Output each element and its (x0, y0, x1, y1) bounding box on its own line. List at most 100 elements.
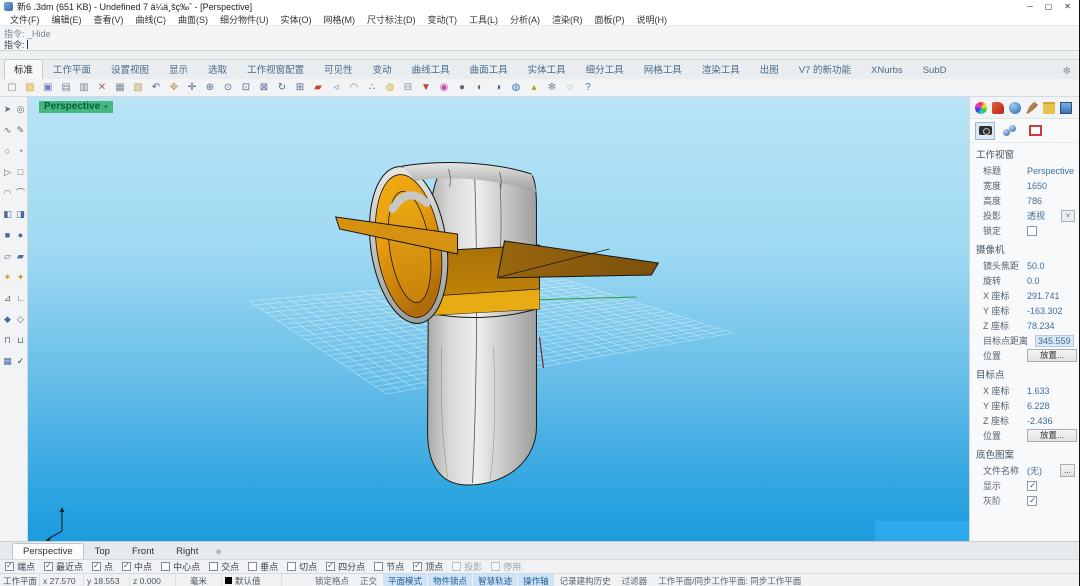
camera-z-value[interactable]: 78.234 (1027, 321, 1055, 331)
viewport-height-value[interactable]: 786 (1027, 196, 1042, 206)
place-camera-button[interactable]: 放置... (1027, 349, 1077, 362)
ribbon-tab[interactable]: SubD (913, 62, 957, 79)
osnap-checkbox[interactable] (209, 562, 218, 571)
open-file[interactable]: ▨ (22, 80, 38, 95)
locked-checkbox[interactable] (1027, 226, 1037, 236)
copy[interactable]: ▦ (112, 80, 128, 95)
camera-x-value[interactable]: 291.741 (1027, 291, 1060, 301)
osnap-checkbox[interactable] (452, 562, 461, 571)
properties-icon[interactable] (975, 102, 987, 114)
osnap-item[interactable]: 顶点 (413, 560, 443, 573)
osnap-checkbox[interactable] (92, 562, 101, 571)
diamond-tool[interactable]: ◇ (14, 309, 27, 330)
target-y-value[interactable]: 6.228 (1027, 401, 1050, 411)
surface-tool[interactable]: ◧ (1, 204, 14, 225)
osnap-item[interactable]: 中点 (122, 560, 152, 573)
join-tool[interactable]: ⊔ (14, 330, 27, 351)
polyline-tool[interactable]: ✎ (14, 120, 27, 141)
ribbon-tab[interactable]: XNurbs (861, 62, 913, 79)
decal-page-tab[interactable] (1025, 122, 1045, 140)
help[interactable]: ? (580, 80, 596, 95)
status-toggle[interactable]: 物件锁点 (428, 574, 472, 586)
target-z-value[interactable]: -2.436 (1027, 416, 1053, 426)
viewport-tab[interactable]: Perspective (12, 543, 84, 559)
ribbon-tab[interactable]: 变动 (363, 59, 402, 79)
rendering-icon[interactable] (1060, 102, 1072, 114)
osnap-item[interactable]: 端点 (5, 560, 35, 573)
display-icon[interactable] (1009, 102, 1021, 114)
rotation-value[interactable]: 0.0 (1027, 276, 1040, 286)
angle-tool[interactable]: ∟ (14, 288, 27, 309)
print[interactable]: ▤ (58, 80, 74, 95)
curve-tool[interactable]: ∿ (1, 120, 14, 141)
circle-tool[interactable]: ○ (1, 141, 14, 162)
ribbon-tab[interactable]: 工作平面 (43, 59, 101, 79)
osnap-item[interactable]: 交点 (209, 560, 239, 573)
ribbon-tab[interactable]: 曲面工具 (460, 59, 518, 79)
wallpaper-show-checkbox[interactable] (1027, 481, 1037, 491)
save[interactable]: ▣ (40, 80, 56, 95)
ribbon-tab[interactable]: 工作视窗配置 (237, 59, 314, 79)
color-wheel[interactable]: ◉ (436, 80, 452, 95)
wallpaper-filename-value[interactable]: (无) (1027, 464, 1042, 477)
maximize-button[interactable]: ▢ (1045, 2, 1053, 11)
browse-file-button[interactable]: ... (1060, 464, 1075, 477)
projection-dropdown[interactable]: ˅ (1061, 210, 1075, 222)
lasso-tool[interactable]: ◎ (14, 99, 27, 120)
plane-tool[interactable]: ▱ (1, 246, 14, 267)
new-file[interactable]: ▢ (4, 80, 20, 95)
viewport-tab[interactable]: Top (84, 543, 121, 559)
ribbon-tab[interactable]: 选取 (198, 59, 237, 79)
target-distance-input[interactable]: 345.559 (1035, 335, 1074, 347)
earth[interactable]: ◍ (508, 80, 524, 95)
place-target-button[interactable]: 放置... (1027, 429, 1077, 442)
arc-tool[interactable]: ◠ (1, 183, 14, 204)
menu-item[interactable]: 说明(H) (631, 13, 674, 26)
osnap-item[interactable]: 最近点 (44, 560, 83, 573)
menu-item[interactable]: 查看(V) (88, 13, 130, 26)
settings-gear[interactable]: ✻ (544, 80, 560, 95)
ribbon-tab[interactable]: 显示 (159, 59, 198, 79)
lock[interactable]: ⊟ (400, 80, 416, 95)
trim-tool[interactable]: ⊓ (1, 330, 14, 351)
menu-item[interactable]: 变动(T) (422, 13, 464, 26)
four-viewports[interactable]: ⊞ (292, 80, 308, 95)
osnap-checkbox[interactable] (122, 562, 131, 571)
status-toggle[interactable]: 记录建构历史 (555, 574, 616, 586)
curve-edit-tool[interactable]: ⌒ (14, 183, 27, 204)
viewport-title-value[interactable]: Perspective (1027, 166, 1074, 176)
menu-item[interactable]: 工具(L) (463, 13, 504, 26)
ribbon-tab[interactable]: 曲线工具 (402, 59, 460, 79)
zoom-extents[interactable]: ⊠ (256, 80, 272, 95)
ellipse-tool[interactable]: ◔ (14, 141, 27, 162)
ribbon-tab[interactable]: 可见性 (314, 59, 363, 79)
ribbon-tab[interactable]: V7 的新功能 (789, 59, 861, 79)
menu-item[interactable]: 曲面(S) (172, 13, 214, 26)
status-toggle[interactable]: 智慧轨迹 (473, 574, 517, 586)
status-toggle[interactable]: 平面模式 (383, 574, 427, 586)
menu-item[interactable]: 文件(F) (4, 13, 46, 26)
menu-item[interactable]: 编辑(E) (46, 13, 88, 26)
ribbon-tab[interactable]: 标准 (4, 59, 43, 79)
camera-page-tab[interactable] (975, 122, 995, 140)
zoom[interactable]: ⊕ (202, 80, 218, 95)
osnap-item[interactable]: 四分点 (326, 560, 365, 573)
status-toggle[interactable]: 正交 (355, 574, 382, 586)
menu-item[interactable]: 实体(O) (275, 13, 318, 26)
lamp[interactable]: ◍ (382, 80, 398, 95)
sync-web[interactable]: ◌ (562, 80, 578, 95)
ghosted-mode[interactable]: ◐ (472, 80, 488, 95)
sphere-tool[interactable]: ● (14, 225, 27, 246)
select-tool[interactable]: ➤ (1, 99, 14, 120)
osnap-item[interactable]: 中心点 (161, 560, 200, 573)
ribbon-tab[interactable]: 出图 (750, 59, 789, 79)
zoom-selected[interactable]: ⊡ (238, 80, 254, 95)
fillet-tool[interactable]: ✦ (14, 267, 27, 288)
close-button[interactable]: ✕ (1064, 2, 1071, 11)
ribbon-options-icon[interactable]: ✻ (1063, 66, 1075, 79)
undo[interactable]: ↶ (148, 80, 164, 95)
layer-field[interactable]: 默认值 (222, 574, 282, 586)
osnap-checkbox[interactable] (413, 562, 422, 571)
cut[interactable]: ✕ (94, 80, 110, 95)
menu-item[interactable]: 细分物件(U) (214, 13, 275, 26)
